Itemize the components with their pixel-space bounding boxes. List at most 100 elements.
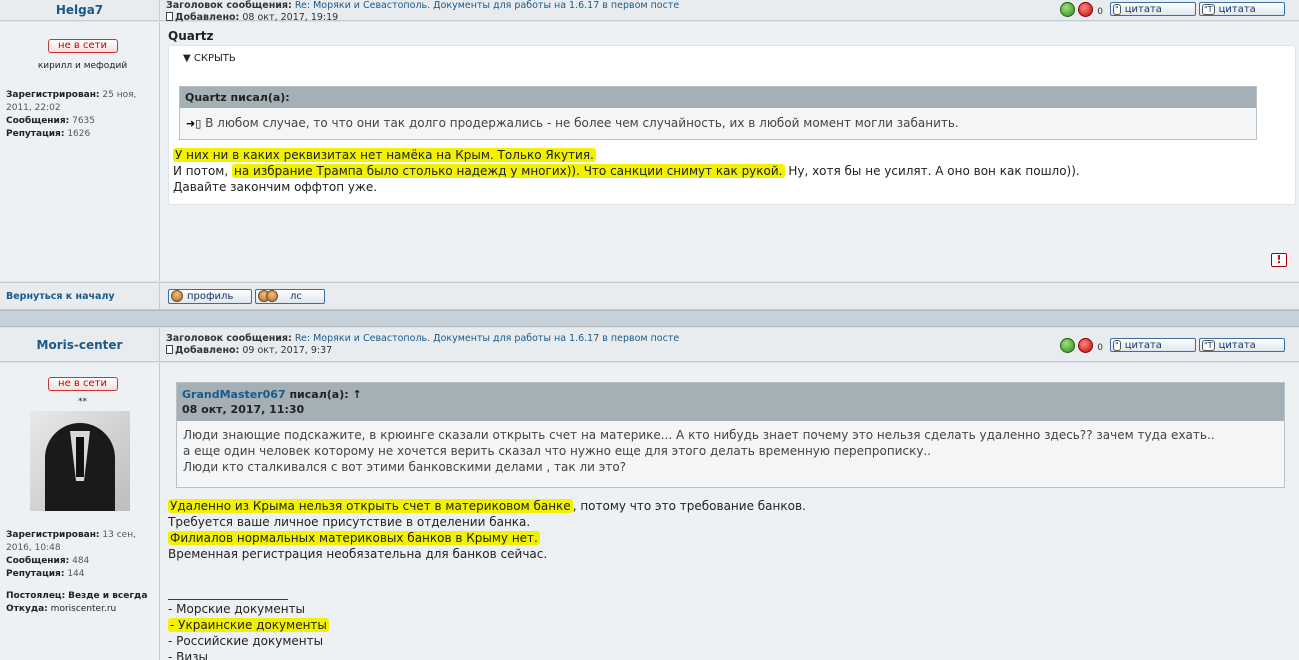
user-icon [171, 290, 183, 302]
post-date: 09 окт, 2017, 9:37 [242, 345, 333, 356]
vote-up-icon[interactable] [1060, 337, 1076, 353]
quote-body: Люди знающие подскажите, в крюинге сказа… [177, 421, 1284, 481]
quote-button[interactable]: " цитата [1110, 338, 1196, 352]
spoiler-toggle[interactable]: ▼ СКРЫТЬ [169, 46, 1295, 64]
messages-label: Сообщения: [6, 556, 70, 566]
author-cell: Moris-center [0, 328, 160, 361]
profile-panel: не в сети кирилл и мефодий Зарегистриров… [0, 22, 160, 281]
user-title: кирилл и мефодий [37, 61, 128, 71]
quote-author-link[interactable]: GrandMaster067 [182, 388, 286, 401]
text-line: Давайте закончим оффтоп уже. [173, 180, 378, 194]
signature-divider: ____________________ [168, 586, 288, 600]
quote-label: цитата [1124, 339, 1162, 351]
quote-block: GrandMaster067 писал(а): ↑ 08 окт, 2017,… [176, 382, 1285, 488]
signature-line-highlighted: - Украинские документы [168, 618, 329, 632]
highlighted-text: Филиалов нормальных материковых банков в… [168, 531, 540, 545]
text-line: Требуется ваше личное присутствие в отде… [168, 515, 531, 529]
vote-up-icon[interactable] [1060, 1, 1076, 17]
subject-label: Заголовок сообщения: [166, 333, 292, 344]
messages-value: 7635 [72, 116, 95, 126]
text-line: Временная регистрация необязательна для … [168, 547, 548, 561]
user-stats: Зарегистрирован: 13 сен, 2016, 10:48 Соо… [6, 529, 159, 581]
vote-count: 0 [1097, 7, 1103, 17]
quote-block: Quartz писал(а): ➜▯ В любом случае, то ч… [179, 86, 1257, 140]
text-segment: И потом, [173, 164, 232, 178]
author-name[interactable]: Helga7 [56, 3, 103, 17]
author-name[interactable]: Moris-center [37, 338, 123, 352]
signature-line: - Визы [168, 650, 209, 660]
profile-label: профиль [187, 290, 234, 302]
highlighted-text: на избрание Трампа было столько надежд у… [232, 164, 785, 178]
text-line: У них ни в каких реквизитах нет намёка н… [173, 148, 596, 162]
post-header: Moris-center Заголовок сообщения: Re: Мо… [0, 328, 1299, 362]
back-to-top-link[interactable]: Вернуться к началу [6, 291, 115, 302]
status-badge: не в сети [47, 39, 118, 53]
quote-label: цитата [1218, 339, 1256, 351]
quote-header: GrandMaster067 писал(а): ↑ 08 окт, 2017,… [177, 383, 1284, 421]
forum-page: Helga7 Заголовок сообщения: Re: Моряки и… [0, 0, 1299, 660]
text-segment: , потому что это требование банков. [572, 499, 806, 513]
from-value: moriscenter.ru [50, 604, 117, 614]
user-stats: Зарегистрирован: 25 ноя, 2011, 22:02 Соо… [6, 89, 159, 141]
user-extra: Постоялец: Везде и всегда Откуда: morisc… [6, 590, 159, 616]
user-title: ** [78, 397, 87, 407]
signature: ____________________ - Морские документы… [168, 585, 329, 660]
location-label: Постоялец: [6, 591, 66, 601]
vote-down-icon[interactable] [1078, 1, 1094, 17]
footer-left: Вернуться к началу [0, 283, 160, 309]
quote-label: цитата [1218, 3, 1256, 15]
quote-date: 08 окт, 2017, 11:30 [182, 403, 305, 416]
post-body-row: не в сети кирилл и мефодий Зарегистриров… [0, 22, 1299, 281]
subject-link[interactable]: Re: Моряки и Севастополь. Документы для … [295, 0, 679, 11]
pm-label: лс [290, 290, 302, 302]
post-header: Helga7 Заголовок сообщения: Re: Моряки и… [0, 0, 1299, 23]
post-subject: Quartz [168, 29, 214, 43]
reputation-value: 1626 [67, 129, 91, 139]
author-cell: Helga7 [0, 0, 160, 20]
registered-label: Зарегистрирован: [6, 90, 100, 100]
post-separator [0, 310, 1299, 327]
quote-label: цитата [1124, 3, 1162, 15]
quote-line: Люди кто сталкивался с вот этими банковс… [183, 460, 627, 474]
quote-button[interactable]: " цитата [1110, 2, 1196, 16]
highlighted-text: Удаленно из Крыма нельзя открыть счет в … [168, 499, 573, 513]
post-body-row: не в сети ** Зарегистрирован: 13 сен, 20… [0, 363, 1299, 660]
quote-icon: " [1113, 3, 1121, 15]
report-icon[interactable]: ! [1271, 253, 1287, 267]
quote-text-icon: "T [1202, 3, 1215, 15]
quote-selected-button[interactable]: "T цитата [1199, 2, 1285, 16]
subject-label: Заголовок сообщения: [166, 0, 292, 11]
document-icon [166, 345, 173, 354]
avatar-tie [76, 437, 84, 477]
users-icon [266, 290, 278, 302]
signature-line: - Российские документы [168, 634, 324, 648]
spoiler-block: ▼ СКРЫТЬ Quartz писал(а): ➜▯ В любом слу… [168, 45, 1296, 205]
quote-selected-button[interactable]: "T цитата [1199, 338, 1285, 352]
reputation-value: 144 [67, 569, 85, 579]
profile-button[interactable]: профиль [168, 288, 252, 304]
quote-icon: " [1113, 339, 1121, 351]
footer-actions: профиль лс [160, 283, 1299, 309]
quote-text-icon: "T [1202, 339, 1215, 351]
post-footer: Вернуться к началу профиль лс [0, 282, 1299, 310]
quote-line: а еще один человек которому не хочется в… [183, 444, 932, 458]
post-text: Удаленно из Крыма нельзя открыть счет в … [168, 498, 806, 562]
pm-button[interactable]: лс [255, 288, 325, 304]
vote-down-icon[interactable] [1078, 337, 1094, 353]
subject-link[interactable]: Re: Моряки и Севастополь. Документы для … [295, 333, 679, 344]
text-segment: Ну, хотя бы не усилят. А оно вон как пош… [784, 164, 1080, 178]
quote-wrote: писал(а): ↑ [285, 388, 362, 401]
post-content: GrandMaster067 писал(а): ↑ 08 окт, 2017,… [160, 363, 1299, 660]
quote-author: Quartz писал(а): [180, 87, 1256, 108]
post-actions: 0 " цитата "T цитата [1060, 337, 1285, 353]
quote-text: В любом случае, то что они так долго про… [205, 116, 959, 130]
signature-line: - Морские документы [168, 602, 306, 616]
reputation-label: Репутация: [6, 569, 65, 579]
profile-panel: не в сети ** Зарегистрирован: 13 сен, 20… [0, 363, 160, 660]
go-to-post-icon[interactable]: ➜▯ [186, 117, 201, 130]
messages-label: Сообщения: [6, 116, 70, 126]
messages-value: 484 [72, 556, 90, 566]
registered-label: Зарегистрирован: [6, 530, 100, 540]
status-badge: не в сети [47, 377, 118, 391]
post-actions: 0 " цитата "T цитата [1060, 1, 1285, 17]
